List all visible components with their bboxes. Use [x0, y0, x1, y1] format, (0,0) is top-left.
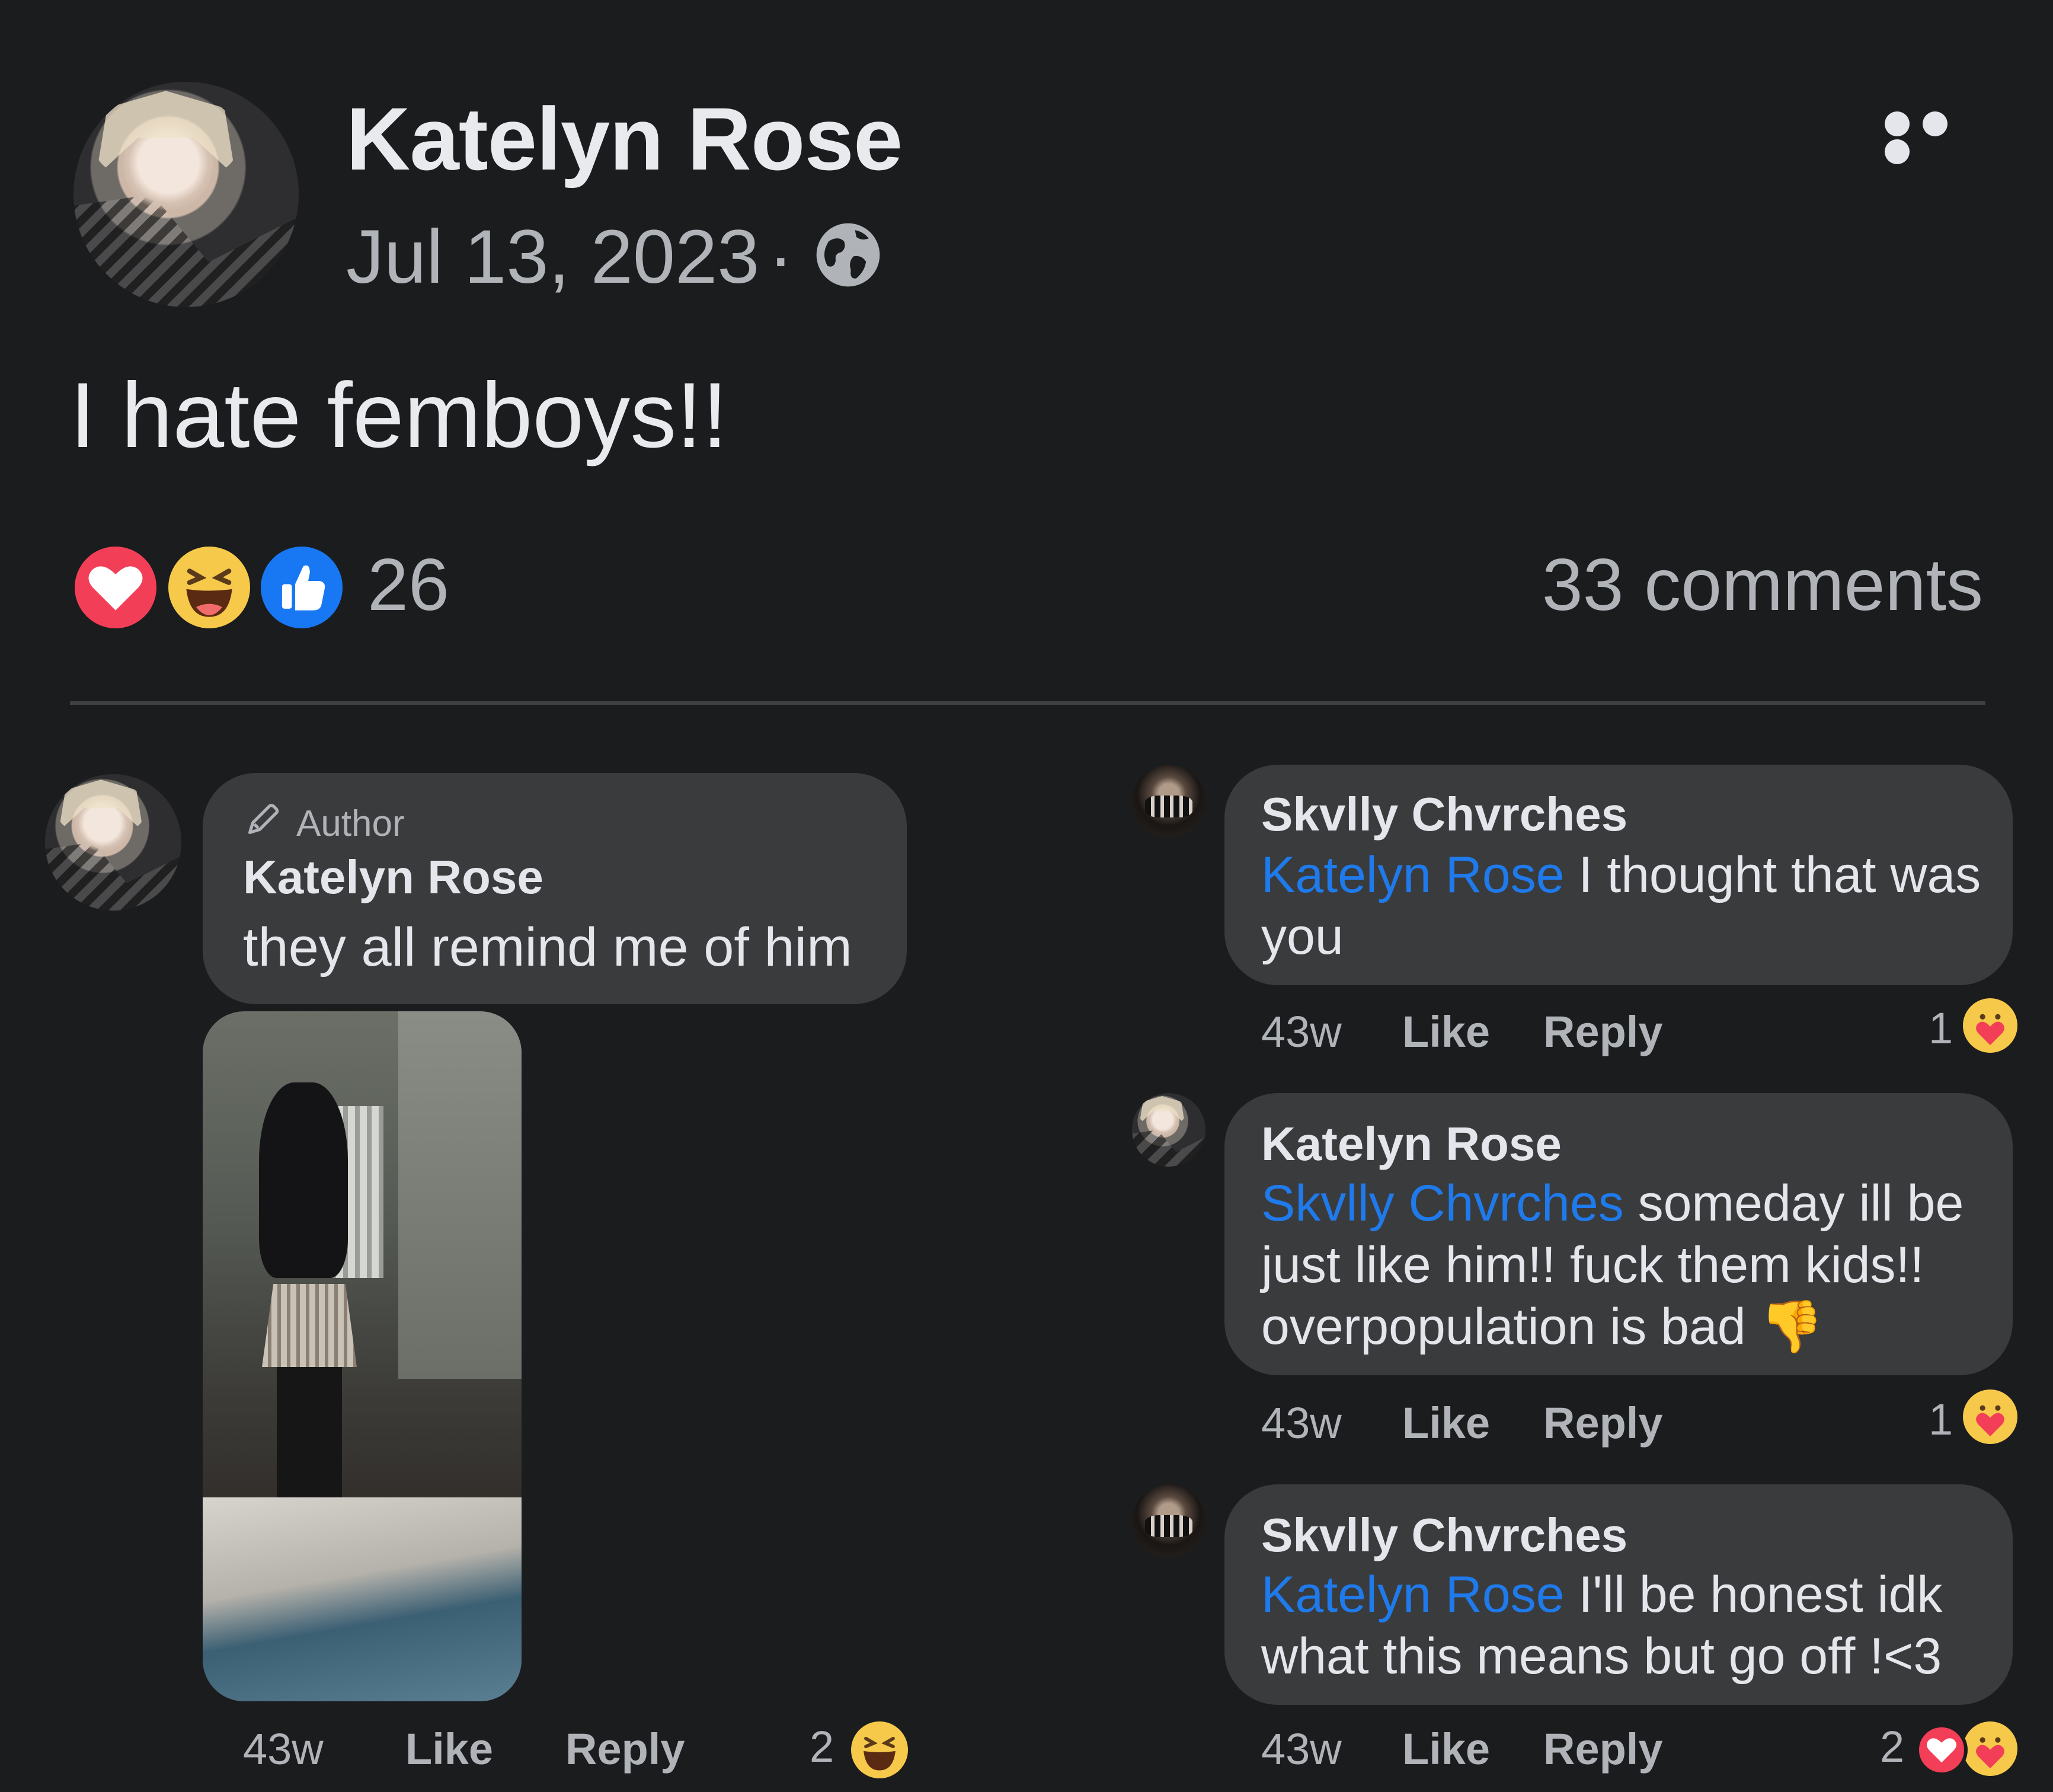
comment-time[interactable]: 43w: [243, 1724, 324, 1774]
haha-reaction-icon[interactable]: [164, 542, 255, 633]
care-reaction-icon[interactable]: [1963, 998, 2017, 1053]
comment-text-part: someday ill be: [1623, 1175, 1964, 1232]
commenter-avatar[interactable]: [45, 774, 181, 911]
comment-photo[interactable]: [203, 1011, 522, 1701]
commenter-avatar[interactable]: [1132, 765, 1205, 838]
comment-text: they all remind me of him: [243, 917, 852, 978]
reaction-count[interactable]: 26: [367, 543, 449, 627]
comment-time[interactable]: 43w: [1261, 1724, 1342, 1774]
comment-count[interactable]: 33 comments: [1542, 543, 1983, 627]
comment-time[interactable]: 43w: [1261, 1398, 1342, 1448]
reply-button[interactable]: Reply: [1543, 1724, 1663, 1774]
globe-icon: [816, 223, 880, 287]
comment-reaction-count[interactable]: 1: [1929, 1003, 1953, 1053]
reply-button[interactable]: Reply: [565, 1724, 685, 1774]
divider: [70, 701, 1985, 705]
post-author-avatar[interactable]: [73, 82, 299, 307]
post-date[interactable]: Jul 13, 2023: [346, 213, 759, 301]
like-button[interactable]: Like: [1402, 1007, 1490, 1057]
post-author-name[interactable]: Katelyn Rose: [346, 88, 903, 190]
commenter-avatar[interactable]: [1132, 1484, 1205, 1558]
comment-author-name[interactable]: Skvlly Chvrches: [1261, 1508, 1627, 1563]
post-text: I hate femboys!!: [70, 364, 728, 467]
commenter-avatar[interactable]: [1132, 1093, 1205, 1167]
reply-button[interactable]: Reply: [1543, 1398, 1663, 1448]
pencil-icon: [248, 804, 279, 835]
care-reaction-icon[interactable]: [1963, 1389, 2017, 1444]
author-badge: Author: [296, 803, 405, 844]
mention-link[interactable]: Skvlly Chvrches: [1261, 1175, 1624, 1232]
love-reaction-icon[interactable]: [70, 542, 161, 633]
like-button[interactable]: Like: [1402, 1398, 1490, 1448]
mention-link[interactable]: Katelyn Rose: [1261, 1566, 1565, 1623]
comment-text: Katelyn Rose I thought that was you: [1261, 844, 1996, 967]
comment-text: Katelyn Rose I'll be honest idk what this…: [1261, 1564, 1996, 1687]
comment-text-part: I'll be honest idk: [1564, 1566, 1943, 1623]
thumbs-down-emoji: 👎: [1760, 1298, 1824, 1355]
comment-author-name[interactable]: Katelyn Rose: [1261, 1117, 1562, 1171]
more-options-icon[interactable]: [1885, 111, 1991, 164]
reply-button[interactable]: Reply: [1543, 1007, 1663, 1057]
like-button[interactable]: Like: [405, 1724, 493, 1774]
comment-text-part: you: [1261, 908, 1344, 965]
haha-reaction-icon[interactable]: [851, 1721, 908, 1778]
comment-reaction-count[interactable]: 1: [1929, 1394, 1953, 1445]
comment-author-name[interactable]: Skvlly Chvrches: [1261, 787, 1627, 842]
care-reaction-icon[interactable]: [1963, 1721, 2017, 1776]
comment-author-name[interactable]: Katelyn Rose: [243, 850, 543, 905]
comment-reaction-count[interactable]: 2: [1880, 1721, 1904, 1772]
comment-reaction-count[interactable]: 2: [810, 1721, 834, 1772]
comment-time[interactable]: 43w: [1261, 1007, 1342, 1057]
comment-text-part: what this means but go off !<3: [1261, 1628, 1942, 1685]
comment-text: Skvlly Chvrches someday ill be just like …: [1261, 1173, 1996, 1357]
comment-text-part: I thought that was: [1564, 847, 1981, 903]
like-reaction-icon[interactable]: [256, 542, 347, 633]
date-separator: ·: [768, 215, 794, 299]
mention-link[interactable]: Katelyn Rose: [1261, 847, 1565, 903]
comment-text-part: overpopulation is bad: [1261, 1298, 1746, 1355]
like-button[interactable]: Like: [1402, 1724, 1490, 1774]
love-reaction-icon[interactable]: [1916, 1724, 1968, 1776]
comment-text-part: just like him!! fuck them kids!!: [1261, 1237, 1924, 1293]
